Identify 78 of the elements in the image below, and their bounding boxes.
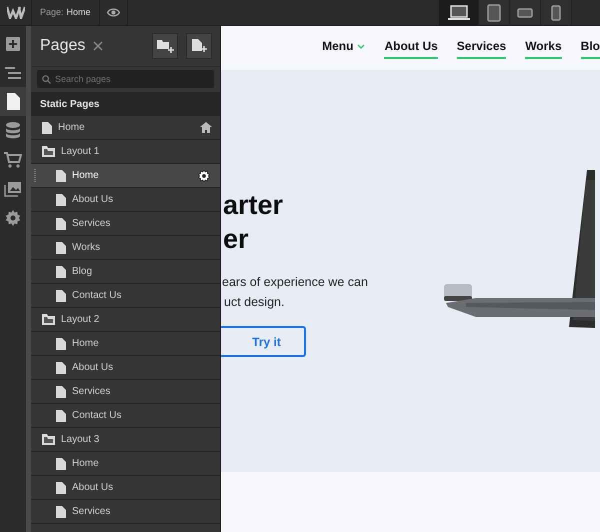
phone-landscape-icon	[517, 8, 533, 18]
nav-link[interactable]: Works	[525, 37, 562, 59]
try-it-button[interactable]: Try it	[221, 326, 306, 357]
nav-link[interactable]: About Us	[384, 37, 438, 59]
page-icon	[56, 170, 66, 182]
page-name[interactable]: Home	[66, 6, 91, 20]
hero-text: uct design.	[223, 294, 286, 311]
page-icon	[56, 266, 66, 278]
panel-title: Pages	[40, 36, 86, 56]
page-icon	[56, 242, 66, 254]
folder-icon	[42, 314, 55, 325]
eye-icon[interactable]	[106, 8, 120, 17]
close-icon[interactable]	[93, 41, 104, 51]
page-list-item[interactable]: Home	[31, 164, 220, 188]
nav-link[interactable]: Services	[456, 37, 506, 59]
hero-text: ears of experience we can	[221, 274, 369, 291]
cart-icon	[4, 152, 22, 168]
page-plus-icon	[192, 39, 206, 53]
layers-icon	[5, 66, 21, 80]
plus-icon	[6, 36, 20, 50]
hero-heading: arter	[222, 189, 284, 222]
page-icon	[56, 290, 66, 302]
search-icon	[42, 74, 51, 84]
page-name: Blog	[72, 265, 92, 279]
page-icon	[56, 338, 66, 350]
folder-name: Layout 3	[61, 433, 100, 447]
page-name: Home	[72, 169, 99, 183]
phone-icon	[551, 4, 561, 20]
page-name: Home	[58, 121, 85, 135]
page-icon	[56, 386, 66, 398]
device-button[interactable]	[479, 0, 510, 25]
add-folder-button[interactable]	[152, 33, 178, 59]
gear-icon[interactable]	[198, 170, 210, 182]
logo-icon[interactable]	[6, 6, 24, 19]
page-name: About Us	[72, 361, 114, 375]
page-name: Works	[72, 241, 100, 255]
page-name: About Us	[72, 481, 114, 495]
page-icon	[6, 93, 20, 110]
images-icon	[4, 180, 22, 196]
device-button[interactable]	[439, 0, 479, 25]
page-icon	[56, 482, 66, 494]
page-icon	[56, 506, 66, 518]
page-name: Services	[72, 385, 110, 399]
page-icon	[56, 410, 66, 422]
section-heading: Static Pages	[40, 98, 100, 112]
nav-link[interactable]: Blo	[580, 37, 600, 59]
page-name: Services	[72, 505, 110, 519]
tablet-icon	[487, 4, 501, 22]
device-button[interactable]	[510, 0, 541, 25]
toolbar-button[interactable]	[0, 87, 26, 116]
database-icon	[6, 122, 20, 139]
page-name: Contact Us	[72, 289, 122, 303]
page-icon	[56, 362, 66, 374]
folder-icon	[42, 146, 55, 157]
folder-name: Layout 1	[61, 145, 100, 159]
add-page-button[interactable]	[186, 33, 212, 59]
page-name: About Us	[72, 193, 114, 207]
page-icon	[42, 122, 52, 134]
folder-plus-icon	[156, 40, 174, 52]
page-name: Contact Us	[72, 409, 122, 423]
page-icon	[56, 194, 66, 206]
hero-heading: er	[222, 223, 250, 256]
folder-icon	[42, 434, 55, 445]
page-label: Page:	[40, 6, 64, 19]
nav-link[interactable]: Menu	[322, 37, 366, 59]
device-button[interactable]	[541, 0, 572, 25]
chevron-down-icon	[357, 44, 366, 48]
page-name: Services	[72, 217, 110, 231]
laptop-icon	[448, 4, 470, 20]
page-icon	[56, 218, 66, 230]
page-name: Home	[72, 457, 99, 471]
page-icon	[56, 458, 66, 470]
drag-handle-icon[interactable]	[34, 169, 37, 183]
search-field[interactable]: Search pages	[37, 70, 214, 88]
folder-name: Layout 2	[61, 313, 100, 327]
home-icon	[200, 122, 212, 133]
page-name: Home	[72, 337, 99, 351]
settings-icon	[5, 210, 21, 226]
